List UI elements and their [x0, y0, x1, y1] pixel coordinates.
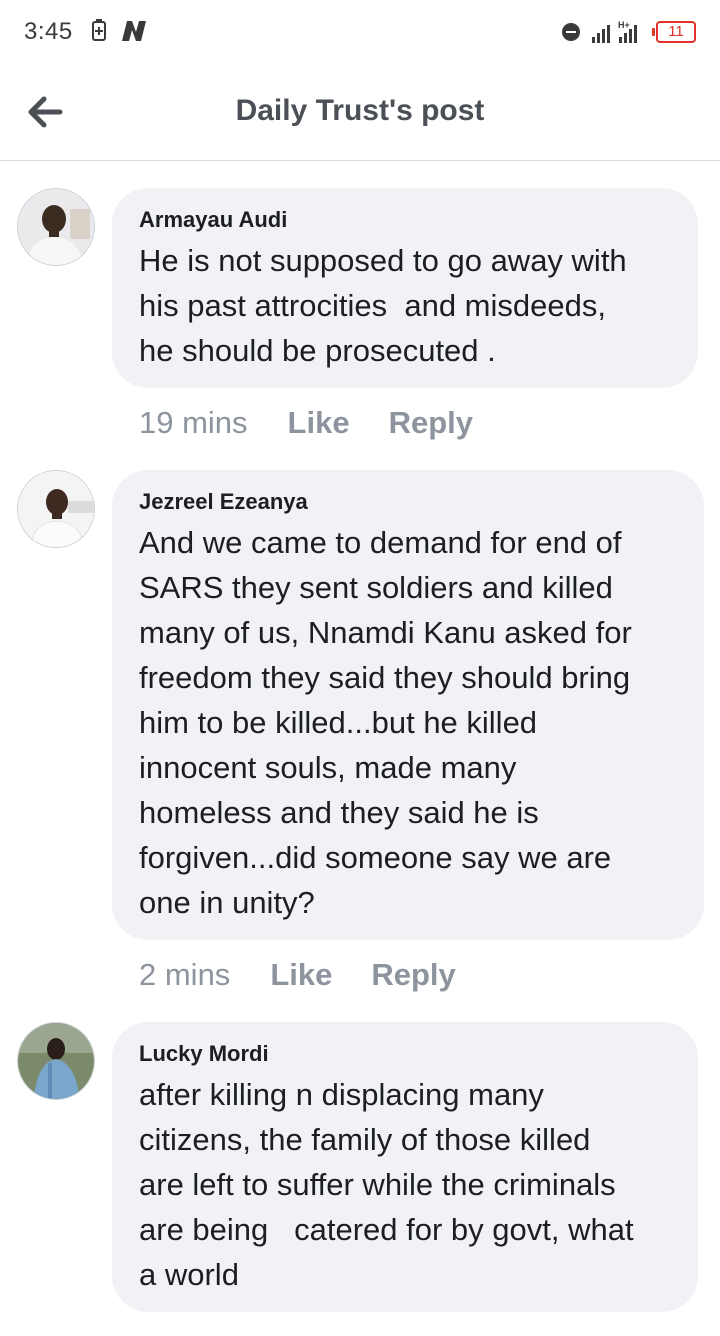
status-bar: 3:45 H+ 11	[0, 0, 720, 64]
reply-button[interactable]: Reply	[371, 957, 455, 993]
comment-timestamp: 2 mins	[139, 957, 231, 992]
post-header: Daily Trust's post	[0, 64, 720, 161]
avatar[interactable]	[17, 188, 95, 266]
comment-text: And we came to demand for end of SARS th…	[139, 525, 632, 920]
n-app-icon	[122, 21, 146, 41]
status-indicators: H+ 11	[562, 18, 696, 46]
avatar[interactable]	[17, 470, 95, 548]
comment-bubble[interactable]: Armayau Audi He is not supposed to go aw…	[112, 188, 698, 388]
status-time: 3:45	[24, 18, 73, 45]
comment-author[interactable]: Jezreel Ezeanya	[139, 488, 678, 516]
do-not-disturb-icon	[562, 23, 580, 41]
signal-icon: H+	[592, 20, 637, 43]
like-button[interactable]: Like	[270, 957, 332, 993]
comment-text: He is not supposed to go away with his p…	[139, 243, 627, 368]
comment-author[interactable]: Armayau Audi	[139, 206, 672, 234]
reply-button[interactable]: Reply	[389, 405, 473, 441]
comment-bubble[interactable]: Lucky Mordi after killing n displacing m…	[112, 1022, 698, 1312]
like-button[interactable]: Like	[288, 405, 350, 441]
avatar[interactable]	[17, 1022, 95, 1100]
page-title: Daily Trust's post	[235, 94, 485, 127]
comment-actions: 19 mins Like Reply	[139, 405, 473, 441]
comment-author[interactable]: Lucky Mordi	[139, 1040, 672, 1068]
comment-timestamp: 19 mins	[139, 405, 248, 440]
comment-bubble[interactable]: Jezreel Ezeanya And we came to demand fo…	[112, 470, 704, 940]
comment-actions: 2 mins Like Reply	[139, 957, 456, 993]
svg-text:H+: H+	[618, 20, 630, 30]
battery-saver-icon	[92, 19, 106, 41]
battery-icon: 11	[652, 21, 696, 43]
comment-text: after killing n displacing many citizens…	[139, 1077, 634, 1292]
